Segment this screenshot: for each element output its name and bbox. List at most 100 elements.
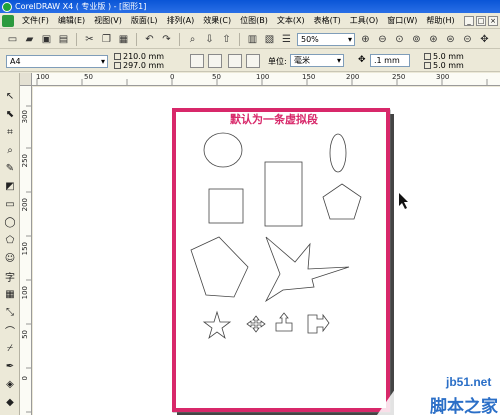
launcher-icon[interactable]: ▥ — [246, 33, 259, 46]
text-tool-icon[interactable]: 字 — [2, 269, 18, 284]
redo-icon[interactable]: ↷ — [160, 33, 173, 46]
nudge-distance-field[interactable]: .1 mm — [370, 54, 410, 67]
menu-help[interactable]: 帮助(H) — [426, 15, 454, 26]
page-width-field[interactable]: 210.0 mm — [114, 52, 164, 61]
all-pages-button[interactable] — [228, 54, 242, 68]
pick-tool-icon[interactable]: ↖ — [2, 89, 18, 104]
menu-file[interactable]: 文件(F) — [22, 15, 49, 26]
zoom-page-icon[interactable]: ⊛ — [427, 33, 440, 46]
smart-fill-icon[interactable]: ◩ — [2, 179, 18, 194]
duplicate-x-value: 5.0 mm — [433, 52, 464, 61]
zoom-out-icon[interactable]: ⊖ — [376, 33, 389, 46]
restore-button[interactable]: □ — [476, 15, 486, 26]
toolbar-divider — [239, 32, 240, 46]
duplicate-y-field[interactable]: 5.0 mm — [424, 61, 464, 70]
unit-label: 单位: — [268, 57, 287, 66]
drawing-canvas[interactable]: 默认为一条虚拟段 — [33, 87, 500, 415]
ruler-label: 50 — [21, 330, 29, 339]
ruler-label: 300 — [21, 110, 29, 124]
ruler-label: 50 — [84, 73, 93, 81]
document-icon[interactable] — [2, 14, 14, 27]
zoom-in-icon[interactable]: ⊕ — [359, 33, 372, 46]
welcome-icon[interactable]: ▧ — [263, 33, 276, 46]
toolbox: ↖ ⬉ ⌗ ⌕ ✎ ◩ ▭ ◯ ⬠ ☺ 字 ▦ ⤡ ⌒ ⌿ ✒ ◈ ◆ — [0, 73, 20, 415]
table-tool-icon[interactable]: ▦ — [2, 287, 18, 302]
ruler-label: 0 — [170, 73, 175, 81]
vertical-ruler[interactable]: 300 250 200 150 100 50 0 — [20, 86, 32, 415]
landscape-button[interactable] — [208, 54, 222, 68]
open-icon[interactable]: ▰ — [23, 33, 36, 46]
minimize-button[interactable]: _ — [464, 15, 474, 26]
zoom-tool-icon[interactable]: ⌕ — [2, 143, 18, 158]
paste-icon[interactable]: ▦ — [117, 33, 130, 46]
toolbar-divider — [136, 32, 137, 46]
save-icon[interactable]: ▣ — [40, 33, 53, 46]
dimension-tool-icon[interactable]: ⤡ — [2, 305, 18, 320]
interactive-fill-icon[interactable]: ◆ — [2, 395, 18, 410]
shape-tool-icon[interactable]: ⬉ — [2, 107, 18, 122]
ruler-label: 100 — [256, 73, 270, 81]
zoom-selected-icon[interactable]: ⊙ — [393, 33, 406, 46]
basic-shapes-icon[interactable]: ☺ — [2, 251, 18, 266]
rectangle-tool-icon[interactable]: ▭ — [2, 197, 18, 212]
zoom-height-icon[interactable]: ⊝ — [461, 33, 474, 46]
coreldraw-icon — [2, 1, 12, 12]
ellipse-tool-icon[interactable]: ◯ — [2, 215, 18, 230]
unit-select[interactable]: 毫米 — [290, 54, 344, 67]
menu-window[interactable]: 窗口(W) — [387, 15, 417, 26]
search-icon[interactable]: ⌕ — [186, 33, 199, 46]
undo-icon[interactable]: ↶ — [143, 33, 156, 46]
pan-icon[interactable]: ✥ — [478, 33, 491, 46]
new-icon[interactable]: ▭ — [6, 33, 19, 46]
menu-tools[interactable]: 工具(O) — [350, 15, 379, 26]
duplicate-x-field[interactable]: 5.0 mm — [424, 52, 464, 61]
watermark-brand: 脚本之家 — [430, 397, 498, 415]
current-page-button[interactable] — [246, 54, 260, 68]
canvas-caption: 默认为一条虚拟段 — [230, 113, 318, 126]
zoom-level-select[interactable]: 50% — [297, 32, 355, 46]
eyedropper-tool-icon[interactable]: ⌿ — [2, 341, 18, 356]
menu-arrange[interactable]: 排列(A) — [167, 15, 195, 26]
fill-tool-icon[interactable]: ◈ — [2, 377, 18, 392]
close-button[interactable]: × — [488, 15, 498, 26]
portrait-button[interactable] — [190, 54, 204, 68]
menu-effects[interactable]: 效果(C) — [203, 15, 231, 26]
ruler-origin[interactable] — [20, 73, 32, 86]
menu-bar: 文件(F) 编辑(E) 视图(V) 版面(L) 排列(A) 效果(C) 位图(B… — [0, 13, 500, 29]
window-title: CorelDRAW X4 ( 专业版 ) - [图形1] — [15, 2, 147, 11]
ruler-label: 100 — [36, 73, 50, 81]
watermark-domain: jb51.net — [446, 375, 492, 389]
export-icon[interactable]: ⇧ — [220, 33, 233, 46]
toolbar-divider — [76, 32, 77, 46]
crop-tool-icon[interactable]: ⌗ — [2, 125, 18, 140]
menu-table[interactable]: 表格(T) — [314, 15, 341, 26]
import-icon[interactable]: ⇩ — [203, 33, 216, 46]
ruler-label: 300 — [436, 73, 450, 81]
print-icon[interactable]: ▤ — [57, 33, 70, 46]
ruler-label: 150 — [302, 73, 316, 81]
title-bar: CorelDRAW X4 ( 专业版 ) - [图形1] — [0, 0, 500, 13]
ruler-label: 200 — [346, 73, 360, 81]
menu-layout[interactable]: 版面(L) — [131, 15, 158, 26]
height-icon — [114, 62, 121, 69]
polygon-tool-icon[interactable]: ⬠ — [2, 233, 18, 248]
freehand-tool-icon[interactable]: ✎ — [2, 161, 18, 176]
page-height-value: 297.0 mm — [123, 61, 165, 70]
zoom-all-icon[interactable]: ⊚ — [410, 33, 423, 46]
horizontal-ruler[interactable]: 100 50 0 50 100 150 200 250 300 — [20, 73, 500, 86]
menu-view[interactable]: 视图(V) — [94, 15, 122, 26]
ruler-label: 150 — [21, 242, 29, 256]
connector-tool-icon[interactable]: ⌒ — [2, 323, 18, 338]
ruler-label: 100 — [21, 286, 29, 300]
zoom-width-icon[interactable]: ⊜ — [444, 33, 457, 46]
menu-bitmaps[interactable]: 位图(B) — [240, 15, 268, 26]
menu-edit[interactable]: 编辑(E) — [58, 15, 85, 26]
options-icon[interactable]: ☰ — [280, 33, 293, 46]
outline-tool-icon[interactable]: ✒ — [2, 359, 18, 374]
paper-size-select[interactable]: A4 — [6, 55, 108, 68]
menu-text[interactable]: 文本(X) — [277, 15, 305, 26]
cut-icon[interactable]: ✂ — [83, 33, 96, 46]
page-width-value: 210.0 mm — [123, 52, 165, 61]
page-height-field[interactable]: 297.0 mm — [114, 61, 164, 70]
copy-icon[interactable]: ❐ — [100, 33, 113, 46]
